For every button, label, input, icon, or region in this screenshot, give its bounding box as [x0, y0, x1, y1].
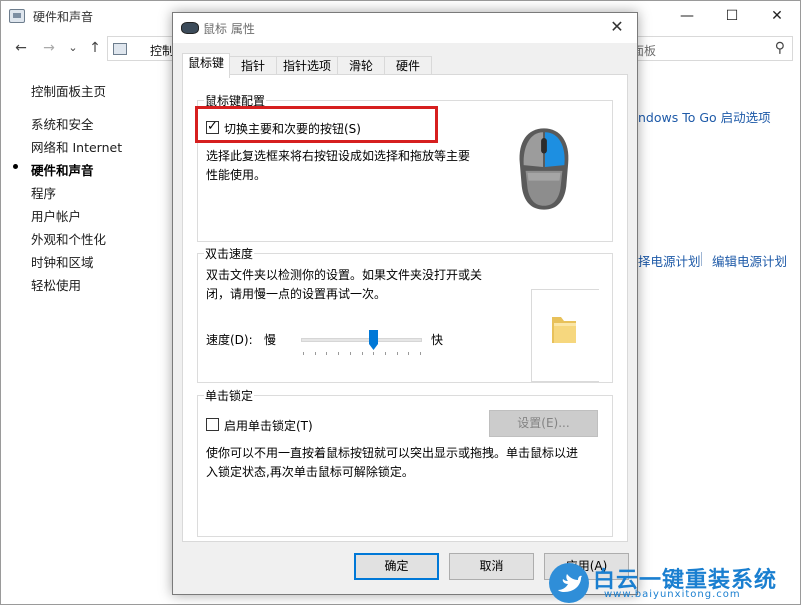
- speed-slider-track[interactable]: [301, 338, 422, 342]
- dialog-title-bar: 鼠标 属性 ✕: [173, 13, 637, 43]
- slider-tick: [397, 352, 398, 355]
- slider-tick: [420, 352, 421, 355]
- folder-icon[interactable]: [550, 313, 578, 345]
- click-lock-description: 使你可以不用一直按着鼠标按钮就可以突出显示或拖拽。单击鼠标以进 入锁定状态,再次…: [206, 444, 578, 482]
- control-panel-icon: [113, 43, 127, 55]
- description-line: 选择此复选框来将右按钮设成如选择和拖放等主要: [206, 149, 471, 163]
- forward-arrow-icon[interactable]: →: [39, 38, 59, 58]
- click-lock-label[interactable]: 启用单击锁定(T): [224, 417, 313, 434]
- recent-locations-chevron-icon[interactable]: ⌄: [63, 38, 83, 58]
- link-separator: [701, 252, 702, 266]
- address-bar[interactable]: 控制: [107, 36, 177, 61]
- slow-label: 慢: [264, 333, 277, 347]
- description-line: 性能使用。: [206, 168, 267, 182]
- slider-tick: [362, 352, 363, 355]
- speed-slider-thumb[interactable]: [369, 330, 378, 350]
- description-line: 入锁定状态,再次单击鼠标可解除锁定。: [206, 465, 414, 479]
- watermark: 白云一键重装系统 www.baiyunxitong.com: [549, 561, 801, 605]
- nav-item-user-accounts[interactable]: 用户帐户: [31, 206, 81, 225]
- nav-item-ease-of-access[interactable]: 轻松使用: [31, 275, 81, 294]
- group-label: 双击速度: [204, 245, 255, 262]
- nav-item-security[interactable]: 系统和安全: [31, 114, 94, 133]
- maximize-button[interactable]: ☐: [709, 3, 755, 29]
- group-label: 单击锁定: [204, 387, 255, 404]
- mouse-illustration-icon: [519, 128, 569, 210]
- nav-item-appearance[interactable]: 外观和个性化: [31, 229, 106, 248]
- description-line: 使你可以不用一直按着鼠标按钮就可以突出显示或拖拽。单击鼠标以进: [206, 446, 579, 460]
- slider-tick: [326, 352, 327, 355]
- double-click-description: 双击文件夹以检测你的设置。如果文件夹没打开或关 闭，请用慢一点的设置再试一次。: [206, 266, 482, 304]
- dialog-close-button[interactable]: ✕: [597, 13, 637, 43]
- search-input[interactable]: 面板 ⚲: [623, 36, 793, 61]
- back-arrow-icon[interactable]: ←: [11, 38, 31, 58]
- click-lock-settings-button[interactable]: 设置(E)...: [489, 410, 598, 437]
- speed-label: 速度(D):: [206, 333, 253, 347]
- control-panel-icon: [9, 9, 25, 23]
- nav-control-panel-home[interactable]: 控制面板主页: [31, 81, 106, 100]
- slider-ticks: [303, 352, 421, 355]
- watermark-url: www.baiyunxitong.com: [604, 589, 741, 600]
- active-bullet-icon: [13, 164, 18, 169]
- nav-item-network[interactable]: 网络和 Internet: [31, 137, 122, 156]
- nav-item-hardware-sound[interactable]: 硬件和声音: [31, 160, 94, 179]
- tab-buttons[interactable]: 鼠标键: [182, 53, 230, 78]
- bird-logo-icon: [549, 563, 589, 603]
- cancel-button[interactable]: 取消: [449, 553, 534, 580]
- dialog-title: 鼠标 属性: [203, 22, 255, 36]
- slider-tick: [315, 352, 316, 355]
- description-line: 双击文件夹以检测你的设置。如果文件夹没打开或关: [206, 268, 483, 282]
- click-lock-checkbox[interactable]: [206, 418, 219, 431]
- search-icon[interactable]: ⚲: [775, 40, 785, 56]
- button-config-description: 选择此复选框来将右按钮设成如选择和拖放等主要 性能使用。: [206, 147, 470, 185]
- choose-power-plan-link[interactable]: 择电源计划: [638, 251, 701, 270]
- windows-to-go-link[interactable]: ndows To Go 启动选项: [638, 107, 771, 126]
- slider-tick: [350, 352, 351, 355]
- slider-tick: [338, 352, 339, 355]
- close-button[interactable]: ✕: [754, 3, 800, 29]
- slider-tick: [385, 352, 386, 355]
- nav-item-clock-region[interactable]: 时钟和区域: [31, 252, 94, 271]
- slider-tick: [303, 352, 304, 355]
- up-arrow-icon[interactable]: ↑: [85, 38, 105, 58]
- minimize-button[interactable]: —: [664, 3, 710, 29]
- slider-tick: [408, 352, 409, 355]
- ok-button[interactable]: 确定: [354, 553, 439, 580]
- description-line: 闭，请用慢一点的设置再试一次。: [206, 287, 387, 301]
- slider-tick: [373, 352, 374, 355]
- highlight-box: [195, 106, 438, 143]
- fast-label: 快: [431, 333, 444, 347]
- window-title: 硬件和声音: [33, 10, 94, 24]
- edit-power-plan-link[interactable]: 编辑电源计划: [712, 251, 787, 270]
- mouse-icon: [181, 22, 199, 34]
- nav-item-programs[interactable]: 程序: [31, 183, 56, 202]
- breadcrumb[interactable]: 控制: [150, 42, 174, 59]
